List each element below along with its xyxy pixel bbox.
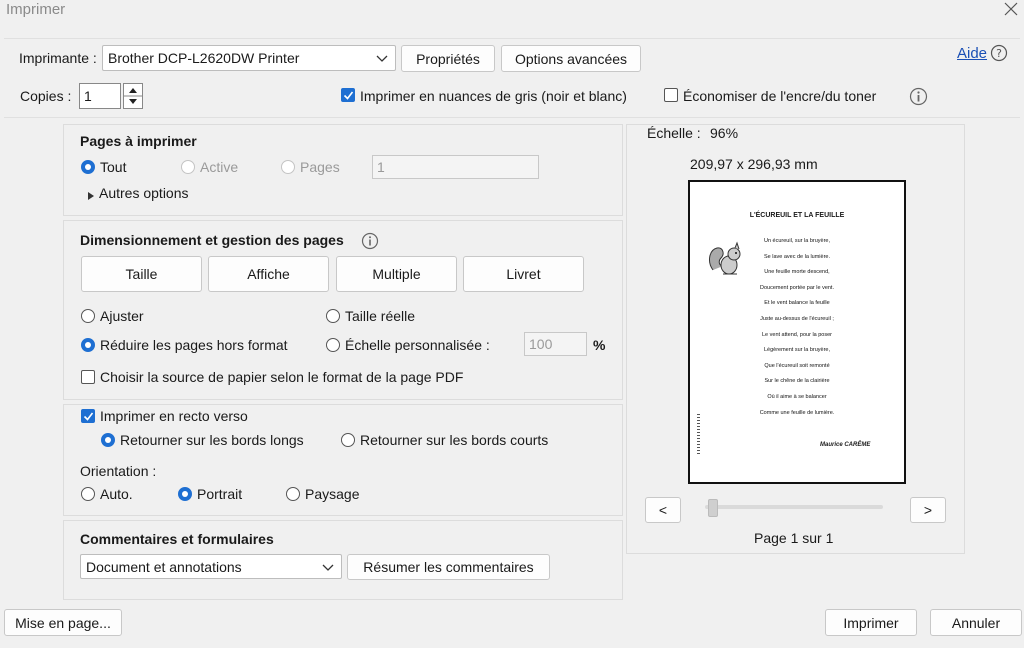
tab-size[interactable]: Taille bbox=[81, 256, 202, 292]
properties-button[interactable]: Propriétés bbox=[401, 45, 495, 72]
page-info: Page 1 sur 1 bbox=[754, 530, 834, 546]
long-edge-label: Retourner sur les bords longs bbox=[120, 432, 304, 448]
page-preview: L'ÉCUREUIL ET LA FEUILLE Un écureuil, su… bbox=[688, 180, 906, 484]
chevron-down-icon bbox=[376, 50, 388, 66]
advanced-options-button[interactable]: Options avancées bbox=[501, 45, 641, 72]
scale-label: Échelle : bbox=[647, 125, 701, 141]
short-edge-radio[interactable] bbox=[341, 433, 355, 447]
copies-stepper[interactable] bbox=[123, 83, 143, 109]
save-ink-label: Économiser de l'encre/du toner bbox=[683, 88, 877, 104]
doc-line: Comme une feuille de lumière. bbox=[759, 409, 835, 416]
pages-range-value: 1 bbox=[377, 159, 385, 175]
copies-value: 1 bbox=[84, 88, 92, 104]
preview-doc-author: Maurice CARÊME bbox=[820, 442, 871, 448]
long-edge-radio[interactable] bbox=[101, 433, 115, 447]
actual-size-radio[interactable] bbox=[326, 309, 340, 323]
tab-poster[interactable]: Affiche bbox=[208, 256, 329, 292]
doc-line: Se lave avec de la lumière. bbox=[763, 253, 831, 260]
printer-label: Imprimante : bbox=[19, 50, 97, 66]
pages-range-input[interactable]: 1 bbox=[372, 155, 539, 179]
pages-active-label: Active bbox=[200, 159, 239, 175]
custom-scale-input[interactable]: 100 bbox=[524, 332, 587, 356]
doc-line: Doucement portée par le vent. bbox=[760, 284, 834, 291]
doc-line: Une feuille morte descend, bbox=[764, 269, 830, 276]
pages-section-title: Pages à imprimer bbox=[80, 133, 197, 149]
actual-size-label: Taille réelle bbox=[345, 308, 416, 324]
paper-source-checkbox[interactable] bbox=[81, 370, 95, 384]
copies-label: Copies : bbox=[20, 88, 72, 104]
comments-select[interactable]: Document et annotations bbox=[80, 554, 342, 579]
scale-value: 96% bbox=[710, 125, 739, 141]
pages-range-label: Pages bbox=[300, 159, 340, 175]
page-setup-button[interactable]: Mise en page... bbox=[4, 609, 122, 636]
duplex-label: Imprimer en recto verso bbox=[100, 408, 248, 424]
doc-line: Que l'écureuil soit remonté bbox=[764, 362, 830, 369]
fit-label: Ajuster bbox=[100, 308, 144, 324]
pages-all-label: Tout bbox=[100, 159, 127, 175]
custom-scale-value: 100 bbox=[529, 336, 553, 352]
side-watermark bbox=[697, 414, 700, 454]
printer-select[interactable]: Brother DCP-L2620DW Printer bbox=[102, 45, 396, 71]
next-page-button[interactable]: > bbox=[910, 497, 946, 523]
orientation-landscape-label: Paysage bbox=[305, 486, 360, 502]
info-icon[interactable] bbox=[361, 232, 379, 250]
doc-line: Où il aime à se balancer bbox=[767, 394, 827, 400]
help-icon[interactable]: ? bbox=[990, 44, 1008, 62]
pages-all-radio[interactable] bbox=[81, 160, 95, 174]
summarize-comments-button[interactable]: Résumer les commentaires bbox=[347, 554, 550, 580]
comments-select-value: Document et annotations bbox=[86, 558, 242, 575]
grayscale-checkbox[interactable] bbox=[341, 88, 355, 102]
pages-active-radio[interactable] bbox=[181, 160, 195, 174]
tab-multiple[interactable]: Multiple bbox=[336, 256, 457, 292]
comments-section-title: Commentaires et formulaires bbox=[80, 531, 274, 547]
orientation-label: Orientation : bbox=[80, 463, 157, 479]
short-edge-label: Retourner sur les bords courts bbox=[360, 432, 549, 448]
info-icon[interactable] bbox=[909, 87, 928, 106]
shrink-radio[interactable] bbox=[81, 338, 95, 352]
duplex-checkbox[interactable] bbox=[81, 409, 95, 423]
print-button[interactable]: Imprimer bbox=[825, 609, 917, 636]
chevron-down-icon bbox=[322, 559, 334, 575]
grayscale-label: Imprimer en nuances de gris (noir et bla… bbox=[360, 88, 627, 104]
shrink-label: Réduire les pages hors format bbox=[100, 337, 288, 353]
doc-line: Légèrement sur la bruyère, bbox=[763, 347, 831, 354]
doc-line: Un écureuil, sur la bruyère, bbox=[763, 238, 831, 244]
tab-booklet[interactable]: Livret bbox=[463, 256, 584, 292]
svg-text:?: ? bbox=[996, 47, 1002, 60]
printer-select-value: Brother DCP-L2620DW Printer bbox=[108, 50, 300, 66]
cancel-button[interactable]: Annuler bbox=[930, 609, 1022, 636]
more-options-toggle[interactable]: Autres options bbox=[99, 185, 189, 201]
save-ink-checkbox[interactable] bbox=[664, 88, 678, 102]
custom-scale-radio[interactable] bbox=[326, 338, 340, 352]
doc-line: Et le vent balance la feuille bbox=[764, 300, 830, 307]
percent-label: % bbox=[593, 337, 606, 353]
orientation-portrait-label: Portrait bbox=[197, 486, 243, 502]
fit-radio[interactable] bbox=[81, 309, 95, 323]
preview-doc-title: L'ÉCUREUIL ET LA FEUILLE bbox=[749, 212, 845, 219]
orientation-auto-label: Auto. bbox=[100, 486, 133, 502]
window-title: Imprimer bbox=[6, 1, 66, 18]
sizing-section-title: Dimensionnement et gestion des pages bbox=[80, 232, 344, 248]
paper-source-label: Choisir la source de papier selon le for… bbox=[100, 369, 464, 385]
page-slider-track[interactable] bbox=[705, 505, 883, 509]
triangle-right-icon[interactable] bbox=[87, 188, 95, 200]
orientation-portrait-radio[interactable] bbox=[178, 487, 192, 501]
doc-line: Juste au-dessus de l'écureuil ; bbox=[760, 316, 834, 322]
pages-range-radio[interactable] bbox=[281, 160, 295, 174]
close-icon[interactable] bbox=[1002, 0, 1020, 18]
doc-line: Le vent attend, pour la poser bbox=[761, 331, 833, 338]
orientation-landscape-radio[interactable] bbox=[286, 487, 300, 501]
page-slider-thumb[interactable] bbox=[708, 499, 718, 517]
preview-doc-lines: Un écureuil, sur la bruyère, Se lave ave… bbox=[690, 238, 904, 418]
doc-line: Sur le chêne de la clairière bbox=[764, 378, 830, 385]
page-dimensions: 209,97 x 296,93 mm bbox=[690, 156, 818, 172]
custom-scale-label: Échelle personnalisée : bbox=[345, 337, 490, 353]
previous-page-button[interactable]: < bbox=[645, 497, 681, 523]
help-link[interactable]: Aide bbox=[957, 45, 987, 62]
copies-input[interactable]: 1 bbox=[79, 83, 121, 109]
orientation-auto-radio[interactable] bbox=[81, 487, 95, 501]
